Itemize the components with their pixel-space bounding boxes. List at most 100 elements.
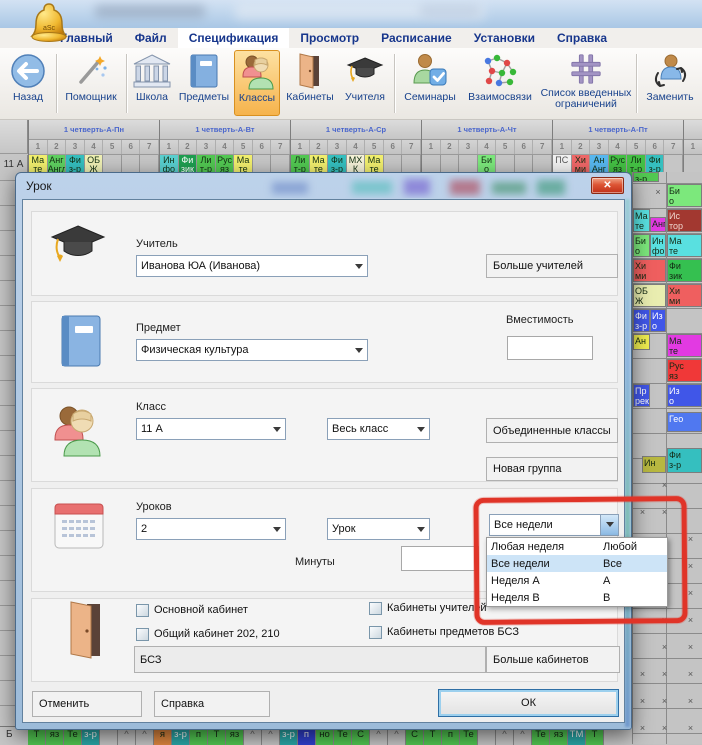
timetable-cell: × bbox=[683, 695, 697, 711]
ok-button[interactable]: ОК bbox=[438, 689, 619, 717]
teacher-select[interactable]: Иванова ЮА (Иванова) bbox=[136, 255, 368, 277]
period-numbers: 1234567 bbox=[160, 140, 290, 155]
day-header: 1 четверть-А-Ср bbox=[291, 120, 421, 140]
period-number: 5 bbox=[365, 140, 384, 154]
timetable-cell: × bbox=[657, 479, 671, 495]
more-teachers-button[interactable]: Больше учителей bbox=[486, 254, 618, 278]
school-button[interactable]: Школа bbox=[130, 50, 174, 116]
period-number: 5 bbox=[627, 140, 646, 154]
lessons-count-select[interactable]: 2 bbox=[136, 518, 286, 540]
lesson-unit-select[interactable]: Урок bbox=[327, 518, 430, 540]
toolbar-separator bbox=[394, 54, 395, 113]
subject-rooms-checkbox[interactable] bbox=[369, 626, 382, 639]
timetable-grid: 11 А 1 четверть-А-Пн 1234567 МатеАнгАнгл… bbox=[0, 120, 702, 180]
day-group-next: 1234567 bbox=[683, 120, 702, 180]
timetable-cell: Ин bbox=[642, 456, 666, 473]
minutes-field[interactable] bbox=[401, 546, 479, 571]
period-number: 4 bbox=[347, 140, 366, 154]
timetable-cell: з-р bbox=[633, 172, 659, 182]
timetable-cell: × bbox=[657, 695, 671, 711]
timetable-cell: × bbox=[635, 695, 649, 711]
timetable-cell: Истор bbox=[667, 209, 702, 232]
menu-help[interactable]: Справка bbox=[546, 28, 618, 48]
period-numbers: 1234567 bbox=[291, 140, 421, 155]
close-button[interactable]: ✕ bbox=[591, 177, 624, 194]
toolbar-separator bbox=[636, 54, 637, 113]
period-number: 6 bbox=[646, 140, 665, 154]
timetable-cell: × bbox=[657, 641, 671, 657]
period-numbers: 1234567 bbox=[684, 140, 702, 155]
menu-timetable[interactable]: Расписание bbox=[370, 28, 463, 48]
menu-file[interactable]: Файл bbox=[124, 28, 178, 48]
book-icon bbox=[59, 314, 103, 373]
rooms-button[interactable]: Кабинеты bbox=[282, 50, 338, 116]
day-header: 1 четверть-А-Вт bbox=[160, 120, 290, 140]
timetable-cell: Гео bbox=[667, 412, 702, 432]
timetable-cell: × bbox=[650, 186, 665, 204]
back-button[interactable]: Назад bbox=[4, 50, 52, 116]
chevron-down-icon bbox=[273, 427, 281, 436]
shared-room-checkbox[interactable] bbox=[136, 628, 149, 641]
period-number: 1 bbox=[422, 140, 441, 154]
titlebar-blur-blob bbox=[420, 4, 480, 18]
timetable-cell: Анг bbox=[650, 217, 666, 232]
classes-button[interactable]: Классы bbox=[234, 50, 280, 116]
period-number: 7 bbox=[402, 140, 421, 154]
period-number: 3 bbox=[459, 140, 478, 154]
period-numbers: 1234567 bbox=[553, 140, 683, 155]
period-number: 1 bbox=[291, 140, 310, 154]
grid-hash-icon bbox=[540, 50, 632, 88]
main-room-checkbox[interactable] bbox=[136, 604, 149, 617]
glass-blob bbox=[352, 181, 392, 194]
subject-rooms-label: Кабинеты предметов БСЗ bbox=[387, 626, 519, 638]
teacher-rooms-checkbox[interactable] bbox=[369, 602, 382, 615]
capacity-field[interactable] bbox=[507, 336, 593, 360]
class-select[interactable]: 11 А bbox=[136, 418, 286, 440]
teacher-rooms-label: Кабинеты учителей bbox=[387, 602, 487, 614]
timetable-cell: Изо bbox=[667, 384, 702, 407]
back-icon bbox=[4, 50, 52, 92]
shared-room-label: Общий кабинет 202, 210 bbox=[154, 628, 280, 640]
timetable-cell: Изо bbox=[650, 309, 666, 332]
timetable-cell: × bbox=[683, 668, 697, 684]
rooms-field[interactable]: БСЗ bbox=[134, 646, 486, 673]
timetable-cell: Био bbox=[667, 184, 702, 207]
joined-classes-button[interactable]: Объединенные классы bbox=[486, 418, 618, 443]
menu-settings[interactable]: Установки bbox=[463, 28, 546, 48]
cancel-button[interactable]: Отменить bbox=[32, 691, 142, 717]
new-group-button[interactable]: Новая группа bbox=[486, 457, 618, 481]
menu-specification[interactable]: Спецификация bbox=[178, 28, 290, 48]
teachers-button[interactable]: Учителя bbox=[340, 50, 390, 116]
menu-view[interactable]: Просмотр bbox=[289, 28, 370, 48]
main-toolbar: Назад Помощник Школа Предметы Классы Каб… bbox=[0, 48, 702, 120]
glass-blob bbox=[492, 182, 526, 194]
timetable-cell: Мате bbox=[633, 209, 650, 232]
calendar-icon bbox=[53, 500, 105, 557]
period-numbers: 1234567 bbox=[422, 140, 552, 155]
seminars-button[interactable]: Семинары bbox=[399, 50, 461, 116]
chevron-down-icon bbox=[355, 264, 363, 273]
timetable-cell: Хими bbox=[667, 284, 702, 307]
period-number: 6 bbox=[384, 140, 403, 154]
replace-button[interactable]: Заменить bbox=[642, 50, 698, 116]
constraints-list-button[interactable]: Список введенных ограничений bbox=[540, 50, 632, 116]
period-number: 2 bbox=[572, 140, 591, 154]
glass-blob bbox=[404, 179, 430, 195]
replace-person-arrows-icon bbox=[642, 50, 698, 92]
timetable-cell: × bbox=[657, 722, 671, 738]
subject-label: Предмет bbox=[136, 322, 181, 334]
asc-bell-logo: aSc bbox=[26, 1, 72, 52]
svg-text:aSc: aSc bbox=[43, 25, 56, 32]
timetable-cell: Мате bbox=[667, 334, 702, 357]
more-rooms-button[interactable]: Больше кабинетов bbox=[486, 646, 620, 673]
help-button[interactable]: Справка bbox=[154, 691, 270, 717]
relations-button[interactable]: Взаимосвязи bbox=[463, 50, 537, 116]
assistant-button[interactable]: Помощник bbox=[60, 50, 122, 116]
subject-select[interactable]: Физическая культура bbox=[136, 339, 368, 361]
period-number: 2 bbox=[310, 140, 329, 154]
seminars-person-check-icon bbox=[399, 50, 461, 92]
subjects-button[interactable]: Предметы bbox=[176, 50, 232, 116]
class-scope-select[interactable]: Весь класс bbox=[327, 418, 430, 440]
window-titlebar bbox=[0, 0, 702, 28]
lessons-label: Уроков bbox=[136, 501, 172, 513]
